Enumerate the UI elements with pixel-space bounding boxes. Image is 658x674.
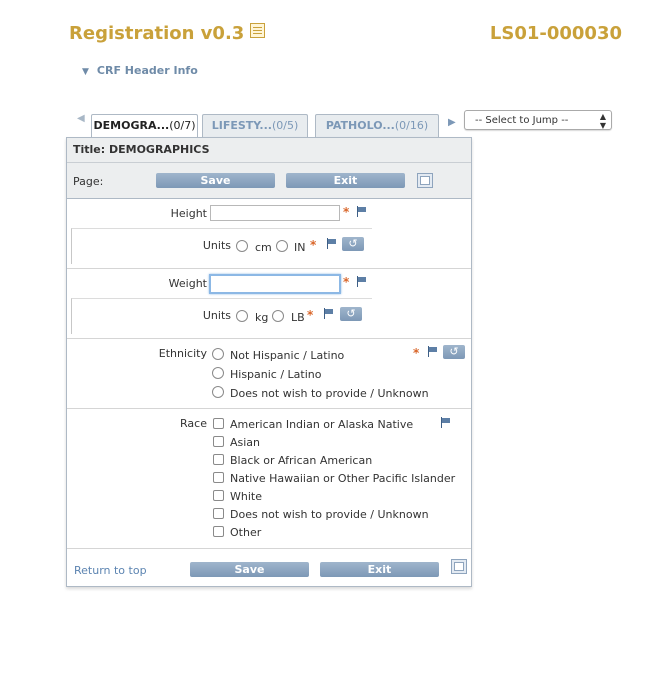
divider xyxy=(67,268,471,269)
tab-demographics[interactable]: DEMOGRA...(0/7) xyxy=(91,114,198,138)
required-marker: * xyxy=(310,238,317,252)
triangle-down-icon: ▼ xyxy=(82,67,89,77)
exit-button[interactable]: Exit xyxy=(286,173,405,188)
flag-icon[interactable] xyxy=(440,417,452,428)
required-marker: * xyxy=(343,205,350,219)
ethnicity-option-label: Not Hispanic / Latino xyxy=(230,349,345,362)
radio-in[interactable] xyxy=(276,240,288,252)
option-kg-label: kg xyxy=(255,311,269,324)
flag-icon[interactable] xyxy=(356,276,368,287)
weight-units-label: Units xyxy=(202,309,231,322)
radio-cm[interactable] xyxy=(236,240,248,252)
race-option-label: Native Hawaiian or Other Pacific Islande… xyxy=(230,472,456,485)
weight-input[interactable] xyxy=(209,274,341,294)
select-arrows-icon: ▲ ▼ xyxy=(599,112,606,130)
flag-icon[interactable] xyxy=(356,206,368,217)
page-label: Page: xyxy=(73,175,104,188)
race-option-label: Does not wish to provide / Unknown xyxy=(230,508,429,521)
divider xyxy=(67,338,471,339)
weight-label: Weight xyxy=(168,277,207,290)
save-button-bottom[interactable]: Save xyxy=(190,562,309,577)
radio-kg[interactable] xyxy=(236,310,248,322)
race-label: Race xyxy=(180,417,207,430)
page-toolbar: Page: Save Exit xyxy=(67,163,471,199)
height-label: Height xyxy=(170,207,207,220)
document-icon[interactable] xyxy=(250,23,266,38)
divider xyxy=(67,408,471,409)
crf-header-toggle[interactable]: ▼ CRF Header Info xyxy=(82,64,198,77)
race-option-label: White xyxy=(230,490,262,503)
app-title: Registration v0.3 xyxy=(69,23,266,44)
ethnicity-option-label: Hispanic / Latino xyxy=(230,368,322,381)
required-marker: * xyxy=(413,346,420,360)
form-panel: Title: DEMOGRAPHICS Page: Save Exit Heig… xyxy=(66,137,472,587)
checkbox-race[interactable] xyxy=(213,526,224,537)
tab-pathology[interactable]: PATHOLO...(0/16) xyxy=(315,114,439,137)
required-marker: * xyxy=(343,275,350,289)
flag-icon[interactable] xyxy=(323,308,335,319)
tab-lifestyle[interactable]: LIFESTY...(0/5) xyxy=(202,114,308,137)
return-to-top-link[interactable]: Return to top xyxy=(74,564,147,577)
print-icon[interactable] xyxy=(417,173,433,188)
flag-icon[interactable] xyxy=(326,238,338,249)
required-marker: * xyxy=(307,308,314,322)
checkbox-race[interactable] xyxy=(213,508,224,519)
option-cm-label: cm xyxy=(255,241,272,254)
jump-select[interactable]: -- Select to Jump -- ▲ ▼ xyxy=(464,110,612,130)
option-lb-label: LB xyxy=(291,311,305,324)
height-units-label: Units xyxy=(202,239,231,252)
checkbox-race[interactable] xyxy=(213,490,224,501)
checkbox-race[interactable] xyxy=(213,436,224,447)
checkbox-race[interactable] xyxy=(213,418,224,429)
height-input[interactable] xyxy=(210,205,340,221)
tab-next-arrow-icon[interactable]: ▶ xyxy=(448,117,456,128)
checkbox-race[interactable] xyxy=(213,472,224,483)
race-option-label: American Indian or Alaska Native xyxy=(230,418,414,431)
divider xyxy=(67,548,471,549)
ethnicity-label: Ethnicity xyxy=(158,347,207,360)
reset-icon[interactable]: ↺ xyxy=(342,237,364,251)
record-id: LS01-000030 xyxy=(489,23,622,44)
ethnicity-option-label: Does not wish to provide / Unknown xyxy=(230,387,429,400)
radio-hispanic[interactable] xyxy=(212,367,224,379)
tab-prev-arrow-icon[interactable]: ◀ xyxy=(77,113,85,124)
race-option-label: Asian xyxy=(230,436,261,449)
save-button[interactable]: Save xyxy=(156,173,275,188)
form-title: Title: DEMOGRAPHICS xyxy=(67,138,471,163)
radio-lb[interactable] xyxy=(272,310,284,322)
race-option-label: Black or African American xyxy=(230,454,373,467)
exit-button-bottom[interactable]: Exit xyxy=(320,562,439,577)
print-icon[interactable] xyxy=(451,559,467,574)
radio-not-hispanic[interactable] xyxy=(212,348,224,360)
reset-icon[interactable]: ↺ xyxy=(443,345,465,359)
radio-ethnicity-unknown[interactable] xyxy=(212,386,224,398)
flag-icon[interactable] xyxy=(427,346,439,357)
option-in-label: IN xyxy=(294,241,306,254)
race-option-label: Other xyxy=(230,526,262,539)
checkbox-race[interactable] xyxy=(213,454,224,465)
reset-icon[interactable]: ↺ xyxy=(340,307,362,321)
